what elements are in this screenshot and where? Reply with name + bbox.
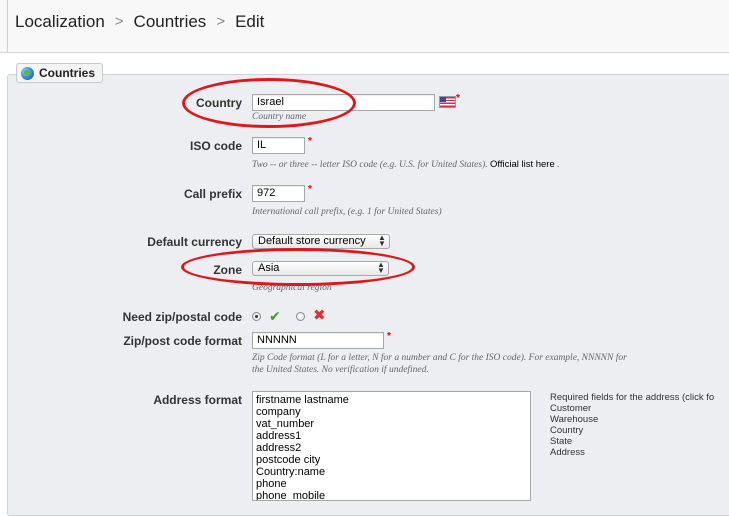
address-line: Country:name xyxy=(256,466,326,478)
address-line: company xyxy=(256,406,301,418)
zip-format-input[interactable]: NNNNN xyxy=(252,332,384,349)
need-zip-label: Need zip/postal code xyxy=(122,310,242,324)
required-field-warehouse[interactable]: Warehouse xyxy=(550,414,714,425)
select-arrows-icon: ▲ ▼ xyxy=(378,233,386,248)
cross-icon: ✖ xyxy=(313,307,326,324)
zone-value: Asia xyxy=(258,262,280,274)
fieldset-legend: Countries xyxy=(16,63,104,83)
breadcrumb-separator: > xyxy=(114,13,124,30)
call-prefix-label: Call prefix xyxy=(183,187,242,201)
required-marker: * xyxy=(456,93,460,104)
address-line: postcode city xyxy=(256,454,321,466)
us-flag-icon[interactable] xyxy=(439,96,456,108)
address-line: firstname lastname xyxy=(256,394,349,406)
globe-icon xyxy=(21,66,34,80)
required-marker: * xyxy=(387,331,391,342)
address-format-label: Address format xyxy=(153,393,242,407)
required-field-country[interactable]: Country xyxy=(550,425,714,436)
breadcrumb: Localization > Countries > Edit xyxy=(15,12,264,32)
need-zip-no-radio[interactable] xyxy=(296,312,305,321)
iso-code-input[interactable]: IL xyxy=(252,137,305,154)
call-prefix-hint: International call prefix, (e.g. 1 for U… xyxy=(252,207,442,217)
zip-format-hint-line1: Zip Code format (L for a letter, N for a… xyxy=(252,353,627,363)
default-currency-label: Default currency xyxy=(147,235,242,249)
required-field-customer[interactable]: Customer xyxy=(550,403,714,414)
required-marker: * xyxy=(308,184,312,195)
required-field-state[interactable]: State xyxy=(550,436,714,447)
iso-hint-tail: . xyxy=(557,160,560,170)
breadcrumb-item-countries[interactable]: Countries xyxy=(134,12,207,31)
required-field-address[interactable]: Address xyxy=(550,447,714,458)
need-zip-yes-radio[interactable] xyxy=(252,312,261,321)
iso-hint-text: Two -- or three -- letter ISO code (e.g.… xyxy=(252,160,488,170)
select-arrows-icon: ▲ ▼ xyxy=(377,260,385,275)
check-icon: ✔ xyxy=(269,308,281,324)
address-line: vat_number xyxy=(256,418,315,430)
breadcrumb-separator: > xyxy=(216,13,226,30)
country-label: Country xyxy=(196,96,242,110)
call-prefix-input[interactable]: 972 xyxy=(252,185,305,202)
zone-label: Zone xyxy=(213,263,242,277)
country-hint: Country name xyxy=(252,112,307,122)
iso-code-hint: Two -- or three -- letter ISO code (e.g.… xyxy=(252,159,560,170)
zone-hint: Geographical region xyxy=(252,283,332,293)
legend-label: Countries xyxy=(39,66,96,80)
breadcrumb-item-localization[interactable]: Localization xyxy=(15,12,105,31)
address-line: address1 xyxy=(256,430,302,442)
official-list-link[interactable]: Official list here xyxy=(490,159,555,170)
zone-select[interactable]: Asia ▲ ▼ xyxy=(252,261,389,276)
required-fields-list: Required fields for the address (click f… xyxy=(550,392,714,458)
zip-format-hint-line2: the United States. No verification if un… xyxy=(252,365,429,375)
default-currency-value: Default store currency xyxy=(258,235,366,247)
default-currency-select[interactable]: Default store currency ▲ ▼ xyxy=(252,234,390,249)
required-fields-title: Required fields for the address (click f… xyxy=(550,392,715,403)
address-line: phone xyxy=(256,478,287,490)
breadcrumb-item-edit: Edit xyxy=(235,12,265,31)
country-name-input[interactable]: Israel xyxy=(252,94,435,111)
address-format-textarea[interactable]: firstname lastname company vat_number ad… xyxy=(252,391,531,501)
zip-format-label: Zip/post code format xyxy=(123,334,242,348)
header-left-rule xyxy=(7,0,8,52)
address-line: phone_mobile xyxy=(256,490,326,501)
required-marker: * xyxy=(308,136,312,147)
page-header: Localization > Countries > Edit xyxy=(0,0,729,53)
address-line: address2 xyxy=(256,442,302,454)
iso-code-label: ISO code xyxy=(189,139,242,153)
